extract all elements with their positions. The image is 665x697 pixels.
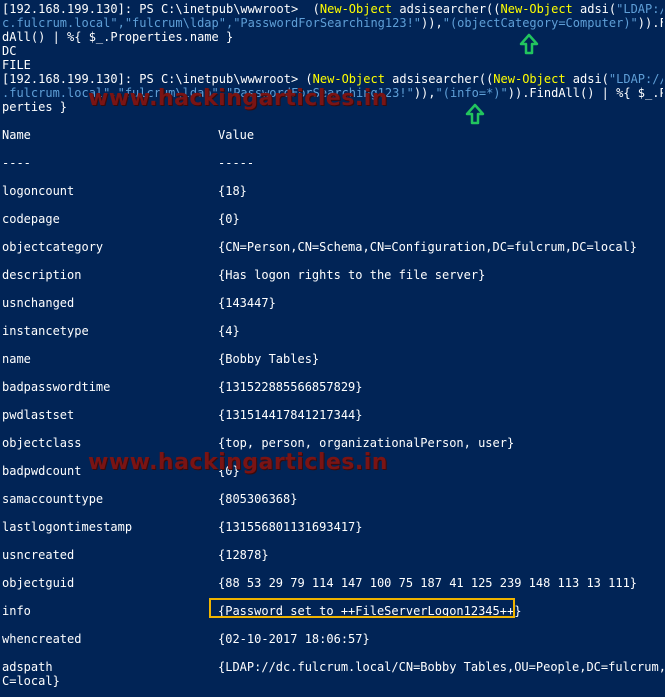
property-value: -----	[218, 156, 255, 170]
table-row: description {Has logon rights to the file…	[2, 268, 663, 282]
cmdlet-token: New-Object	[319, 2, 393, 16]
console-text: perties }	[2, 100, 68, 114]
watermark-text: www.hackingarticles.in	[88, 450, 388, 475]
table-row: whencreated {02-10-2017 18:06:57}	[2, 632, 663, 646]
cmdlet-token: New-Object	[500, 2, 573, 16]
property-value: {131514417841217344}	[218, 408, 363, 422]
console-text: adsisearcher((	[392, 2, 501, 16]
property-name: usnchanged	[2, 296, 75, 310]
console-line: c.fulcrum.local","fulcrum\ldap","Passwor…	[2, 16, 663, 30]
table-row: adspath {LDAP://dc.fulcrum.local/CN=Bobby…	[2, 660, 665, 674]
table-row: instancetype {4}	[2, 324, 663, 338]
console-text: adsisearcher((	[384, 72, 494, 86]
property-name: instancetype	[2, 324, 89, 338]
property-name: adspath	[2, 660, 53, 674]
property-value: {Has logon rights to the file server}	[218, 268, 486, 282]
table-row: codepage {0}	[2, 212, 663, 226]
property-name: badpwdcount	[2, 464, 82, 478]
property-name: whencreated	[2, 632, 82, 646]
string-token: "(objectCategory=Computer)"	[442, 16, 638, 30]
string-token: "LDAP://dc	[608, 72, 663, 86]
table-row: pwdlastset {131514417841217344}	[2, 408, 663, 422]
property-value: {88 53 29 79 114 147 100 75 187 41 125 2…	[218, 576, 638, 590]
property-name: objectcategory	[2, 240, 104, 254]
property-value: Value	[218, 128, 255, 142]
property-name: pwdlastset	[2, 408, 75, 422]
console-text: DC	[2, 44, 17, 58]
up-arrow-icon	[519, 33, 539, 55]
table-row-continuation: C=local}	[2, 674, 663, 688]
property-name: codepage	[2, 212, 60, 226]
property-value: {0}	[218, 212, 240, 226]
table-row: samaccounttype {805306368}	[2, 492, 663, 506]
string-token: "LDAP://d	[616, 2, 663, 16]
property-value: {143447}	[218, 296, 276, 310]
console-line: dAll() | %{ $_.Properties.name }	[2, 30, 663, 44]
table-separator: ---- -----	[2, 156, 663, 170]
table-row: logoncount {18}	[2, 184, 663, 198]
property-value: {LDAP://dc.fulcrum.local/CN=Bobby Tables…	[218, 660, 665, 674]
table-row: badpasswordtime {131522885566857829}	[2, 380, 663, 394]
console-text: )),	[421, 16, 443, 30]
table-row: usncreated {12878}	[2, 548, 663, 562]
table-row: usnchanged {143447}	[2, 296, 663, 310]
property-name: usncreated	[2, 548, 75, 562]
table-row: objectcategory {CN=Person,CN=Schema,CN=Co…	[2, 240, 663, 254]
property-value: {CN=Person,CN=Schema,CN=Configuration,DC…	[218, 240, 638, 254]
table-header: Name Value	[2, 128, 663, 142]
console-text: )),	[413, 86, 436, 100]
console-text: )).Fin	[637, 16, 663, 30]
property-value: {131556801131693417}	[218, 520, 363, 534]
property-value: {131522885566857829}	[218, 380, 363, 394]
console-text: adsi(	[565, 72, 609, 86]
property-name: info	[2, 604, 31, 618]
console-text: [192.168.199.130]: PS C:\inetpub\wwwroot…	[2, 2, 320, 16]
property-value: {4}	[218, 324, 240, 338]
property-value: {top, person, organizationalPerson, user…	[218, 436, 515, 450]
console-text: [192.168.199.130]: PS C:\inetpub\wwwroot…	[2, 72, 313, 86]
property-name: lastlogontimestamp	[2, 520, 133, 534]
console-text: adsi(	[572, 2, 617, 16]
property-name: Name	[2, 128, 31, 142]
console-text: FILE	[2, 58, 31, 72]
console-line: [192.168.199.130]: PS C:\inetpub\wwwroot…	[2, 2, 663, 16]
property-value: {12878}	[218, 548, 269, 562]
property-name: badpasswordtime	[2, 380, 111, 394]
property-value: {18}	[218, 184, 247, 198]
property-name: samaccounttype	[2, 492, 104, 506]
table-row: lastlogontimestamp {131556801131693417}	[2, 520, 663, 534]
info-highlight-box	[209, 598, 515, 618]
up-arrow-icon	[465, 103, 485, 125]
console-line: FILE	[2, 58, 663, 72]
property-name: objectguid	[2, 576, 75, 590]
string-token: c.fulcrum.local","fulcrum\ldap","Passwor…	[2, 16, 422, 30]
console-line: [192.168.199.130]: PS C:\inetpub\wwwroot…	[2, 72, 663, 86]
table-row: objectclass {top, person, organizationalP…	[2, 436, 663, 450]
property-value: {805306368}	[218, 492, 298, 506]
property-name: ----	[2, 156, 31, 170]
cmdlet-token: New-Object	[493, 72, 566, 86]
console-line: DC	[2, 44, 663, 58]
console-text: )).FindAll() | %{ $_.Pro	[507, 86, 663, 100]
property-value: C=local}	[2, 674, 60, 688]
watermark-text: www.hackingarticles.in	[88, 86, 388, 111]
table-row: objectguid {88 53 29 79 114 147 100 75 18…	[2, 576, 663, 590]
string-token: "(info=*)"	[435, 86, 508, 100]
property-value: {02-10-2017 18:06:57}	[218, 632, 370, 646]
table-row: name {Bobby Tables}	[2, 352, 663, 366]
property-name: description	[2, 268, 82, 282]
property-name: objectclass	[2, 436, 82, 450]
property-name: name	[2, 352, 31, 366]
property-value: {Bobby Tables}	[218, 352, 320, 366]
property-name: logoncount	[2, 184, 75, 198]
cmdlet-token: New-Object	[312, 72, 385, 86]
console-text: dAll() | %{ $_.Properties.name }	[2, 30, 234, 44]
